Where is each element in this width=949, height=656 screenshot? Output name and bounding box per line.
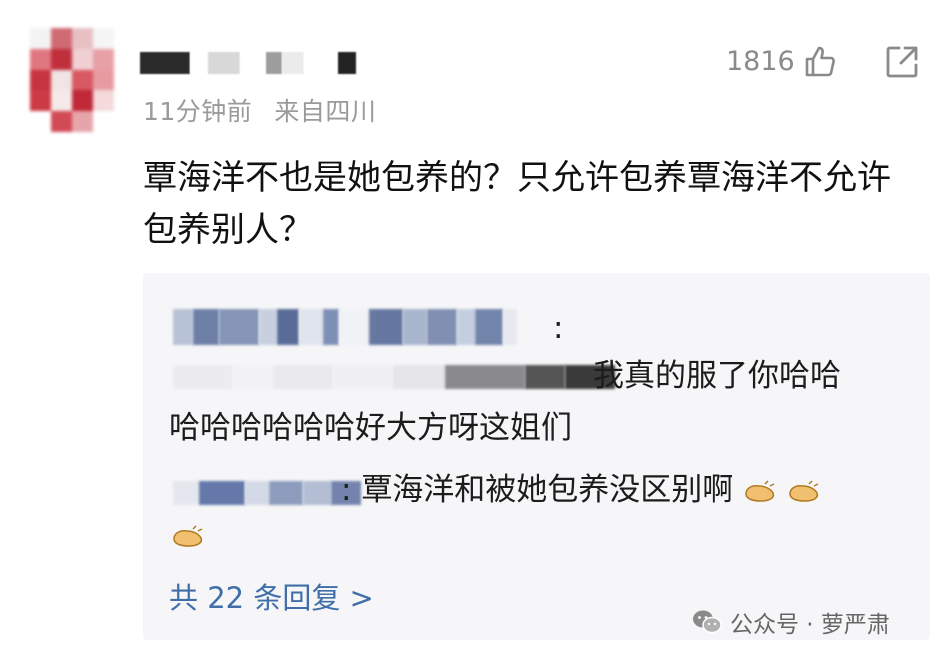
clapping-emoji-icon <box>745 479 775 502</box>
avatar[interactable] <box>30 28 114 132</box>
reply-2-text: 覃海洋和被她包养没区别啊 <box>361 472 734 508</box>
like-count: 1816 <box>726 45 795 77</box>
reply-1-separator: : <box>553 310 564 346</box>
wechat-icon <box>693 610 722 634</box>
more-replies-link[interactable]: 共 22 条回复 > <box>169 575 374 617</box>
username-blurred[interactable] <box>140 52 356 74</box>
reply-1-mention-blurred[interactable] <box>173 365 615 389</box>
thumbs-up-icon[interactable] <box>803 44 837 78</box>
reply-2-username-blurred[interactable] <box>173 481 361 505</box>
reply-1-text-line2: 哈哈哈哈哈哈好大方呀这姐们 <box>169 410 572 446</box>
like-area[interactable]: 1816 <box>726 44 837 78</box>
watermark: 公众号 · 萝严肃 <box>692 605 890 639</box>
reply-2-separator: : <box>341 472 352 508</box>
share-icon[interactable] <box>884 44 920 80</box>
reply-1-username-blurred[interactable] <box>173 309 517 345</box>
reply-1-text-line1: 我真的服了你哈哈 <box>593 358 841 394</box>
comment-time: 11分钟前 <box>143 97 253 126</box>
comment-location: 来自四川 <box>274 97 377 126</box>
clapping-emoji-icon <box>173 525 203 547</box>
clapping-emoji-icon <box>789 479 819 502</box>
watermark-text: 公众号 · 萝严肃 <box>730 612 890 638</box>
reply-box[interactable]: : 我真的服了你哈哈 哈哈哈哈哈哈好大方呀这姐们 : 覃海洋和被她包养没区别啊 … <box>143 273 930 640</box>
reply-2-line: : 覃海洋和被她包养没区别啊 <box>341 465 821 515</box>
comment-meta: 11分钟前 来自四川 <box>143 92 376 128</box>
comment-text: 覃海洋不也是她包养的？只允许包养覃海洋不允许包养别人？ <box>143 158 891 250</box>
